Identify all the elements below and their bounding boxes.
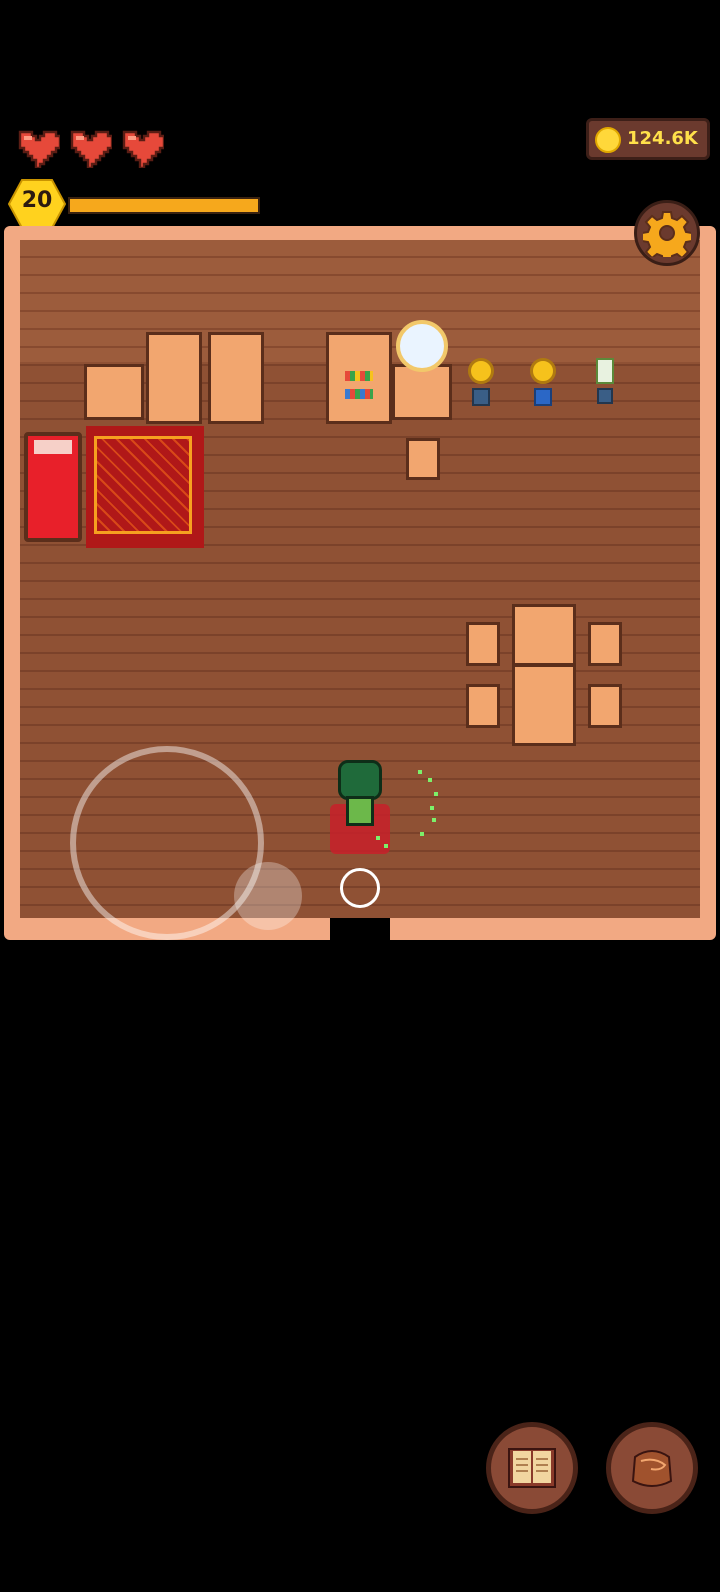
target-marker-icon <box>340 868 380 908</box>
xp-bar-fill <box>70 199 258 212</box>
sunflower-pot-2[interactable] <box>526 358 560 408</box>
level-number: 20 <box>21 188 53 213</box>
bed[interactable] <box>24 432 82 542</box>
wardrobe-left[interactable] <box>146 332 202 424</box>
sparkle-trail-icon <box>376 770 438 848</box>
heart-icon-3 <box>122 130 164 168</box>
settings-button[interactable] <box>634 200 700 266</box>
heart-icon-2 <box>70 130 112 168</box>
chair-left-2[interactable] <box>466 684 500 728</box>
daisy-pot[interactable] <box>590 358 620 408</box>
xp-bar <box>68 197 260 214</box>
book-icon <box>508 1448 556 1488</box>
room-doorway[interactable] <box>330 918 390 942</box>
wardrobe-right[interactable] <box>208 332 264 424</box>
bookshelf[interactable] <box>326 332 392 424</box>
dining-table-bottom[interactable] <box>512 664 576 746</box>
joystick-knob[interactable] <box>234 862 302 930</box>
journal-button[interactable] <box>486 1422 578 1514</box>
virtual-joystick[interactable] <box>70 746 264 940</box>
vanity-mirror[interactable] <box>396 320 448 372</box>
gear-icon <box>643 211 691 257</box>
sunflower-pot-1[interactable] <box>464 358 498 408</box>
red-rug <box>86 426 204 548</box>
coin-amount: 124.6K <box>627 128 698 149</box>
chair-right-2[interactable] <box>588 684 622 728</box>
bag-icon <box>631 1450 673 1487</box>
coin-icon <box>595 127 621 153</box>
bag-button[interactable] <box>606 1422 698 1514</box>
dresser[interactable] <box>84 364 144 420</box>
coin-counter: 124.6K <box>586 118 710 160</box>
dining-table-top[interactable] <box>512 604 576 666</box>
vanity-table[interactable] <box>392 364 452 420</box>
chair-right-1[interactable] <box>588 622 622 666</box>
chair-left-1[interactable] <box>466 622 500 666</box>
stool[interactable] <box>406 438 440 480</box>
heart-icon-1 <box>18 130 60 168</box>
